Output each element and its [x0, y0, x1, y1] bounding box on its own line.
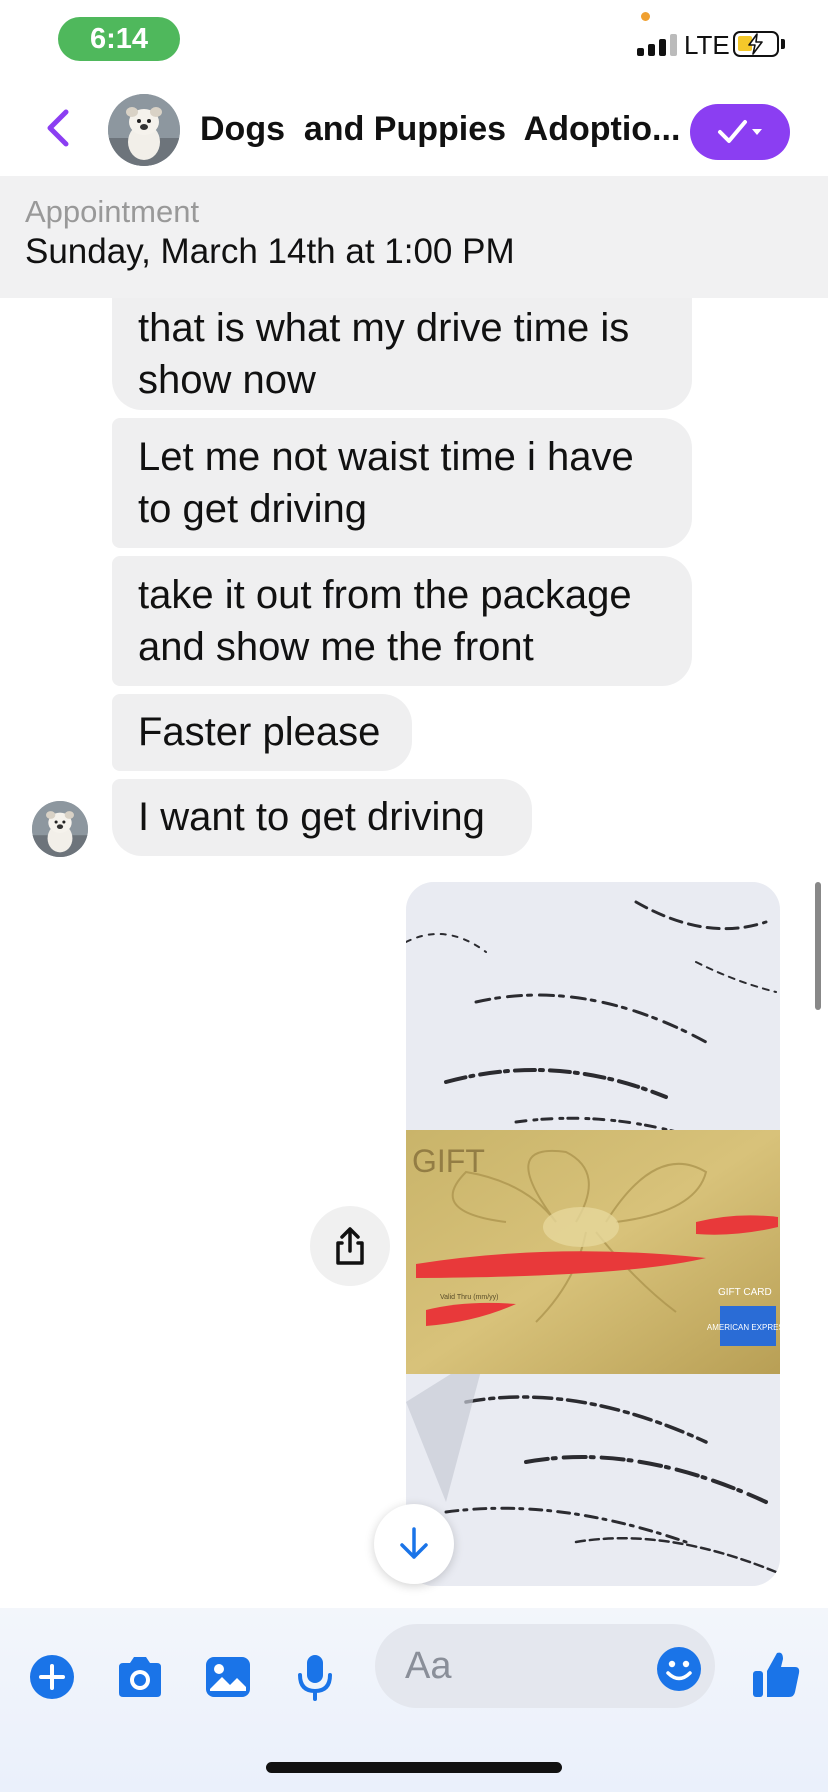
message-bubble[interactable]: Faster please — [112, 694, 412, 771]
photo-icon — [206, 1657, 250, 1697]
appointment-banner[interactable]: Appointment Sunday, March 14th at 1:00 P… — [0, 176, 828, 298]
gift-card-photo: GIFT Valid Thru (mm/yy) GIFT CARD AMERIC… — [406, 882, 780, 1586]
bulldog-avatar-icon — [108, 94, 180, 166]
header-action-button[interactable] — [690, 104, 790, 160]
appointment-label: Appointment — [25, 194, 200, 229]
message-composer — [0, 1608, 828, 1792]
privacy-indicator-dot — [641, 12, 650, 21]
sender-avatar[interactable] — [32, 801, 88, 857]
appointment-date: Sunday, March 14th at 1:00 PM — [25, 232, 515, 271]
battery-icon — [733, 31, 785, 57]
message-bubble[interactable]: take it out from the package and show me… — [112, 556, 692, 686]
chat-header: Dogs and Puppies Adoptio... — [0, 80, 828, 176]
camera-icon — [119, 1657, 161, 1697]
scroll-to-bottom-button[interactable] — [374, 1504, 454, 1584]
share-icon — [336, 1227, 364, 1265]
add-button[interactable] — [27, 1652, 77, 1702]
thumbs-up-icon — [753, 1652, 800, 1697]
message-bubble[interactable]: I want to get driving — [112, 779, 532, 856]
home-indicator — [266, 1762, 562, 1773]
amex-logo-text: AMERICAN EXPRESS — [707, 1323, 780, 1332]
gift-card-valid-text: Valid Thru (mm/yy) — [440, 1294, 498, 1301]
check-dropdown-icon — [718, 120, 762, 143]
like-button[interactable] — [750, 1648, 802, 1700]
conversation-title[interactable]: Dogs and Puppies Adoptio... — [200, 110, 680, 149]
status-time: 6:14 — [58, 17, 180, 61]
camera-button[interactable] — [115, 1652, 165, 1702]
back-button[interactable] — [40, 106, 76, 150]
gift-card-label: GIFT CARD — [718, 1287, 772, 1298]
arrow-down-icon — [400, 1527, 428, 1559]
microphone-icon — [298, 1655, 332, 1701]
message-bubble[interactable]: that is what my drive time is show now — [112, 298, 692, 410]
scrollbar[interactable] — [815, 882, 821, 1010]
gallery-button[interactable] — [203, 1652, 253, 1702]
network-label: LTE — [684, 30, 730, 60]
share-button[interactable] — [310, 1206, 390, 1286]
plus-icon — [30, 1655, 74, 1699]
sent-photo[interactable]: GIFT Valid Thru (mm/yy) GIFT CARD AMERIC… — [406, 882, 780, 1586]
message-bubble[interactable]: Let me not waist time i have to get driv… — [112, 418, 692, 548]
message-thread[interactable]: that is what my drive time is show now L… — [0, 298, 828, 1608]
status-bar: 6:14 LTE — [0, 0, 828, 80]
signal-strength-icon — [637, 34, 683, 56]
emoji-button[interactable] — [656, 1646, 702, 1692]
gift-card-text: GIFT — [412, 1143, 485, 1179]
emoji-icon — [657, 1647, 701, 1691]
bulldog-avatar-icon — [32, 801, 88, 857]
voice-button[interactable] — [290, 1652, 340, 1702]
chevron-left-icon — [47, 109, 69, 147]
contact-avatar[interactable] — [108, 94, 180, 166]
